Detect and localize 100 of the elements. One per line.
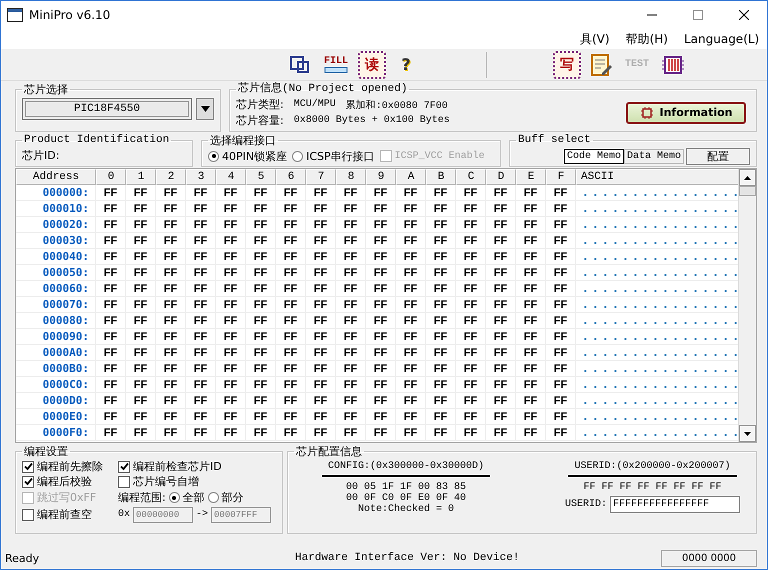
radio-button[interactable] <box>208 492 219 503</box>
column-header[interactable]: D <box>486 169 516 185</box>
column-header[interactable]: Address <box>16 169 96 185</box>
column-header[interactable]: 0 <box>96 169 126 185</box>
table-cell: FF <box>336 217 366 233</box>
table-cell: FF <box>156 393 186 409</box>
column-header[interactable]: 3 <box>186 169 216 185</box>
userid-field[interactable]: FFFFFFFFFFFFFFFF <box>610 496 740 513</box>
table-cell: FF <box>246 377 276 393</box>
radio-button[interactable] <box>168 492 180 503</box>
buffer-tab[interactable]: Code Memo <box>564 149 624 164</box>
table-cell: FF <box>366 201 396 217</box>
table-cell: FF <box>336 249 366 265</box>
table-cell: FF <box>156 313 186 329</box>
address-cell: 000080: <box>16 313 96 329</box>
column-header[interactable]: F <box>546 169 576 185</box>
option-label: 40PIN锁紧座 <box>222 148 288 164</box>
table-cell: FF <box>546 249 576 265</box>
menu-item[interactable]: 具(V) <box>576 30 614 48</box>
scrollbar[interactable] <box>738 169 756 442</box>
table-cell: FF <box>216 377 246 393</box>
table-cell: FF <box>126 345 156 361</box>
checkbox[interactable] <box>118 460 130 472</box>
table-cell: FF <box>336 185 366 201</box>
table-cell: FF <box>156 265 186 281</box>
information-button[interactable]: Information <box>626 102 746 124</box>
table-cell: FF <box>306 345 336 361</box>
column-header[interactable]: E <box>516 169 546 185</box>
table-cell: FF <box>426 233 456 249</box>
table-cell: FF <box>156 361 186 377</box>
column-header[interactable]: 4 <box>216 169 246 185</box>
table-cell: FF <box>546 313 576 329</box>
table-cell: FF <box>366 377 396 393</box>
scroll-thumb[interactable] <box>739 186 756 196</box>
checkbox[interactable] <box>118 476 130 488</box>
table-cell: FF <box>546 185 576 201</box>
option-label: 跳过写0xFF <box>37 490 96 505</box>
table-cell: FF <box>546 297 576 313</box>
table-cell: FF <box>426 361 456 377</box>
fill-button[interactable]: FILL <box>320 50 352 78</box>
table-cell: FF <box>306 329 336 345</box>
table-cell: FF <box>366 425 396 441</box>
column-header[interactable]: 8 <box>336 169 366 185</box>
status-text: Ready <box>5 552 40 564</box>
table-cell: FF <box>186 233 216 249</box>
address-cell: 000000: <box>16 185 96 201</box>
chip-dropdown[interactable]: PIC18F4550 <box>22 98 192 120</box>
column-header[interactable]: ASCII <box>576 169 738 185</box>
start-address-field[interactable]: 00000000 <box>133 506 194 522</box>
menu-item[interactable]: Language(L) <box>680 32 764 46</box>
column-header[interactable]: 2 <box>156 169 186 185</box>
table-cell: FF <box>336 409 366 425</box>
column-header[interactable]: 1 <box>126 169 156 185</box>
column-header[interactable]: B <box>426 169 456 185</box>
help-button[interactable]: ? <box>392 50 420 78</box>
table-cell: FF <box>516 249 546 265</box>
chip-button[interactable]: 写 <box>553 50 581 78</box>
radio-button[interactable] <box>208 150 219 162</box>
table-cell: FF <box>456 361 486 377</box>
chip-id-label: 芯片ID: <box>22 149 60 162</box>
column-header[interactable]: C <box>456 169 486 185</box>
table-cell: FF <box>336 393 366 409</box>
table-cell: FF <box>96 185 126 201</box>
column-header[interactable]: 9 <box>366 169 396 185</box>
chip-button[interactable]: 读 <box>358 50 386 78</box>
table-cell: FF <box>156 297 186 313</box>
column-header[interactable]: A <box>396 169 426 185</box>
checksum-text: 累加和:0x0080 7F00 <box>346 98 448 112</box>
column-header[interactable]: 5 <box>246 169 276 185</box>
table-cell: FF <box>486 425 516 441</box>
menu-item[interactable]: 帮助(H) <box>622 30 672 48</box>
table-cell: FF <box>156 201 186 217</box>
buffer-tab[interactable]: Data Memo <box>624 149 684 164</box>
table-cell: FF <box>186 425 216 441</box>
scroll-up-icon[interactable] <box>744 176 751 180</box>
checkbox[interactable] <box>22 460 34 472</box>
table-cell: FF <box>396 185 426 201</box>
table-cell: FF <box>126 361 156 377</box>
column-header[interactable]: 7 <box>306 169 336 185</box>
table-cell: FF <box>216 217 246 233</box>
scroll-down-icon[interactable] <box>744 432 751 436</box>
checkbox[interactable] <box>22 508 34 520</box>
table-cell: FF <box>186 217 216 233</box>
radio-button[interactable] <box>292 150 304 162</box>
table-cell: FF <box>336 265 366 281</box>
table-cell: FF <box>456 217 486 233</box>
table-cell: FF <box>246 249 276 265</box>
table-cell: FF <box>396 361 426 377</box>
table-cell: FF <box>126 233 156 249</box>
end-address-field[interactable]: 00007FFF <box>211 506 272 522</box>
table-cell: FF <box>486 361 516 377</box>
table-cell: FF <box>546 345 576 361</box>
config-button[interactable]: 配置 <box>686 148 750 165</box>
column-header[interactable]: 6 <box>276 169 306 185</box>
table-cell: FF <box>126 393 156 409</box>
table-cell: FF <box>396 377 426 393</box>
table-cell: FF <box>366 313 396 329</box>
checkbox[interactable] <box>22 476 34 488</box>
table-cell: FF <box>156 217 186 233</box>
option-label: 部分 <box>222 490 244 505</box>
